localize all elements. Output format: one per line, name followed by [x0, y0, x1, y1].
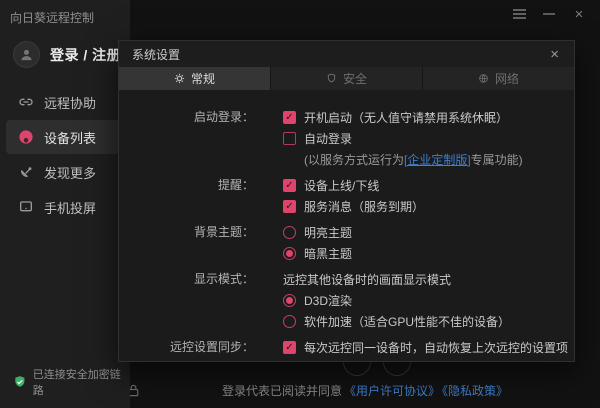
agreement-text: 登录代表已阅读并同意: [221, 384, 342, 398]
shield-icon: [326, 73, 337, 84]
dialog-titlebar: 系统设置 ×: [119, 41, 574, 67]
section-label: 远控设置同步：: [169, 340, 254, 354]
settings-tabs: 常规 安全 网络: [119, 67, 574, 90]
radio-dot: [286, 250, 293, 257]
check-icon: ✓: [285, 341, 294, 353]
option-device-online: ✓ 设备上线/下线: [283, 175, 424, 196]
option-label[interactable]: 开机启动（无人值守请禁用系统休眠）: [304, 109, 508, 126]
section-label: 提醒：: [217, 178, 254, 192]
option-label[interactable]: 服务消息（服务到期）: [304, 198, 424, 215]
description-text: 远控其他设备时的画面显示模式: [283, 273, 452, 287]
radio-software-accel[interactable]: [283, 315, 296, 328]
option-auto-login: ✓ 自动登录: [283, 128, 523, 149]
profile-section[interactable]: 登录 / 注册: [13, 41, 130, 68]
system-settings-dialog: 系统设置 × 常规 安全 网络 启动登录： ✓ 开机启动（无人值守请禁用系统休眠…: [118, 40, 575, 362]
option-label[interactable]: 设备上线/下线: [304, 177, 379, 194]
section-label: 背景主题：: [193, 225, 254, 239]
checkbox-service-message[interactable]: ✓: [283, 200, 296, 213]
option-software-accel: 软件加速（适合GPU性能不佳的设备）: [283, 311, 510, 332]
secure-status-text: 已连接安全加密链路: [32, 369, 121, 397]
check-icon: ✓: [285, 111, 294, 123]
note-suffix: 专属功能): [470, 153, 523, 167]
sidebar-item-remote-assist[interactable]: 远程协助: [6, 85, 124, 119]
section-startup-login: 启动登录： ✓ 开机启动（无人值守请禁用系统休眠） ✓ 自动登录 (以服务方式运…: [119, 107, 574, 170]
enterprise-note: (以服务方式运行为 [企业定制版] 专属功能): [283, 149, 523, 170]
option-restore-settings: ✓ 每次远控同一设备时，自动恢复上次远控的设置项: [283, 337, 568, 358]
screen-cast-icon: [18, 199, 34, 215]
option-label[interactable]: 暗黑主题: [304, 245, 352, 262]
option-service-message: ✓ 服务消息（服务到期）: [283, 196, 424, 217]
section-reminders: 提醒： ✓ 设备上线/下线 ✓ 服务消息（服务到期）: [119, 175, 574, 217]
section-display-mode: 显示模式： 远控其他设备时的画面显示模式 D3D渲染 软件加速（适合GPU性能不…: [119, 269, 574, 332]
radio-light-theme[interactable]: [283, 226, 296, 239]
option-dark-theme: 暗黑主题: [283, 243, 352, 264]
person-icon: [21, 49, 32, 61]
agreement-footer: 登录代表已阅读并同意 《用户许可协议》 《隐私政策》: [130, 382, 600, 399]
sidebar-item-label: 手机投屏: [44, 200, 97, 216]
checkbox-device-online[interactable]: ✓: [283, 179, 296, 192]
display-mode-description: 远控其他设备时的画面显示模式: [283, 269, 510, 290]
section-label: 启动登录：: [193, 110, 254, 124]
sidebar-item-label: 设备列表: [44, 130, 97, 146]
section-remote-sync: 远控设置同步： ✓ 每次远控同一设备时，自动恢复上次远控的设置项: [119, 337, 574, 358]
option-light-theme: 明亮主题: [283, 222, 352, 243]
option-label[interactable]: 每次远控同一设备时，自动恢复上次远控的设置项: [304, 339, 568, 356]
dialog-close-icon[interactable]: ×: [548, 47, 561, 62]
secure-connection-status: 已连接安全加密链路: [13, 366, 130, 398]
tab-network[interactable]: 网络: [423, 67, 574, 90]
link-icon: [18, 94, 34, 110]
checkbox-boot-start[interactable]: ✓: [283, 111, 296, 124]
app-window: × 登录代表已阅读并同意 《用户许可协议》 《隐私政策》 向日葵远程控制 登录 / …: [0, 0, 600, 408]
radio-dark-theme[interactable]: [283, 247, 296, 260]
window-close-icon[interactable]: ×: [564, 4, 594, 24]
enterprise-edition-link[interactable]: [企业定制版]: [404, 151, 471, 168]
option-d3d-render: D3D渲染: [283, 290, 510, 311]
sidebar-item-discover[interactable]: 发现更多: [6, 155, 124, 189]
tab-label: 安全: [342, 72, 367, 86]
sidebar-item-phone-cast[interactable]: 手机投屏: [6, 190, 124, 224]
device-list-icon: [18, 129, 34, 145]
option-label[interactable]: 明亮主题: [304, 224, 352, 241]
sidebar-nav: 远程协助 设备列表 发现更多 手机投屏: [0, 85, 130, 224]
tab-security[interactable]: 安全: [271, 67, 423, 90]
login-register-label[interactable]: 登录 / 注册: [50, 45, 121, 65]
section-label: 显示模式：: [193, 272, 254, 286]
settings-body: 启动登录： ✓ 开机启动（无人值守请禁用系统休眠） ✓ 自动登录 (以服务方式运…: [119, 90, 574, 358]
shield-check-icon: [15, 376, 25, 387]
checkbox-auto-login[interactable]: ✓: [283, 132, 296, 145]
option-label[interactable]: 自动登录: [304, 130, 352, 147]
option-boot-start: ✓ 开机启动（无人值守请禁用系统休眠）: [283, 107, 523, 128]
tab-label: 网络: [494, 72, 519, 86]
sidebar-item-device-list[interactable]: 设备列表: [6, 120, 124, 154]
radio-d3d-render[interactable]: [283, 294, 296, 307]
gear-icon: [174, 73, 185, 84]
dialog-title: 系统设置: [132, 47, 181, 62]
satellite-dish-icon: [18, 164, 34, 180]
globe-icon: [478, 73, 489, 84]
sidebar-item-label: 发现更多: [44, 165, 97, 181]
license-link[interactable]: 《用户许可协议》: [344, 384, 440, 398]
check-icon: ✓: [285, 179, 294, 191]
avatar: [13, 41, 40, 68]
tab-label: 常规: [190, 72, 215, 86]
tab-general[interactable]: 常规: [119, 67, 271, 90]
check-icon: ✓: [285, 200, 294, 212]
option-label[interactable]: D3D渲染: [304, 292, 352, 309]
window-controls: ×: [504, 4, 594, 24]
app-title: 向日葵远程控制: [10, 11, 95, 25]
sidebar-item-label: 远程协助: [44, 95, 97, 111]
checkbox-restore-settings[interactable]: ✓: [283, 341, 296, 354]
menu-icon[interactable]: [504, 4, 534, 24]
privacy-link[interactable]: 《隐私政策》: [442, 384, 508, 398]
radio-dot: [286, 297, 293, 304]
minimize-icon[interactable]: [534, 4, 564, 24]
option-label[interactable]: 软件加速（适合GPU性能不佳的设备）: [304, 313, 510, 330]
section-theme: 背景主题： 明亮主题 暗黑主题: [119, 222, 574, 264]
note-prefix: (以服务方式运行为: [304, 153, 404, 167]
sidebar: 向日葵远程控制 登录 / 注册 远程协助 设备列表 发现更多 手机投屏 已连接安…: [0, 0, 130, 408]
